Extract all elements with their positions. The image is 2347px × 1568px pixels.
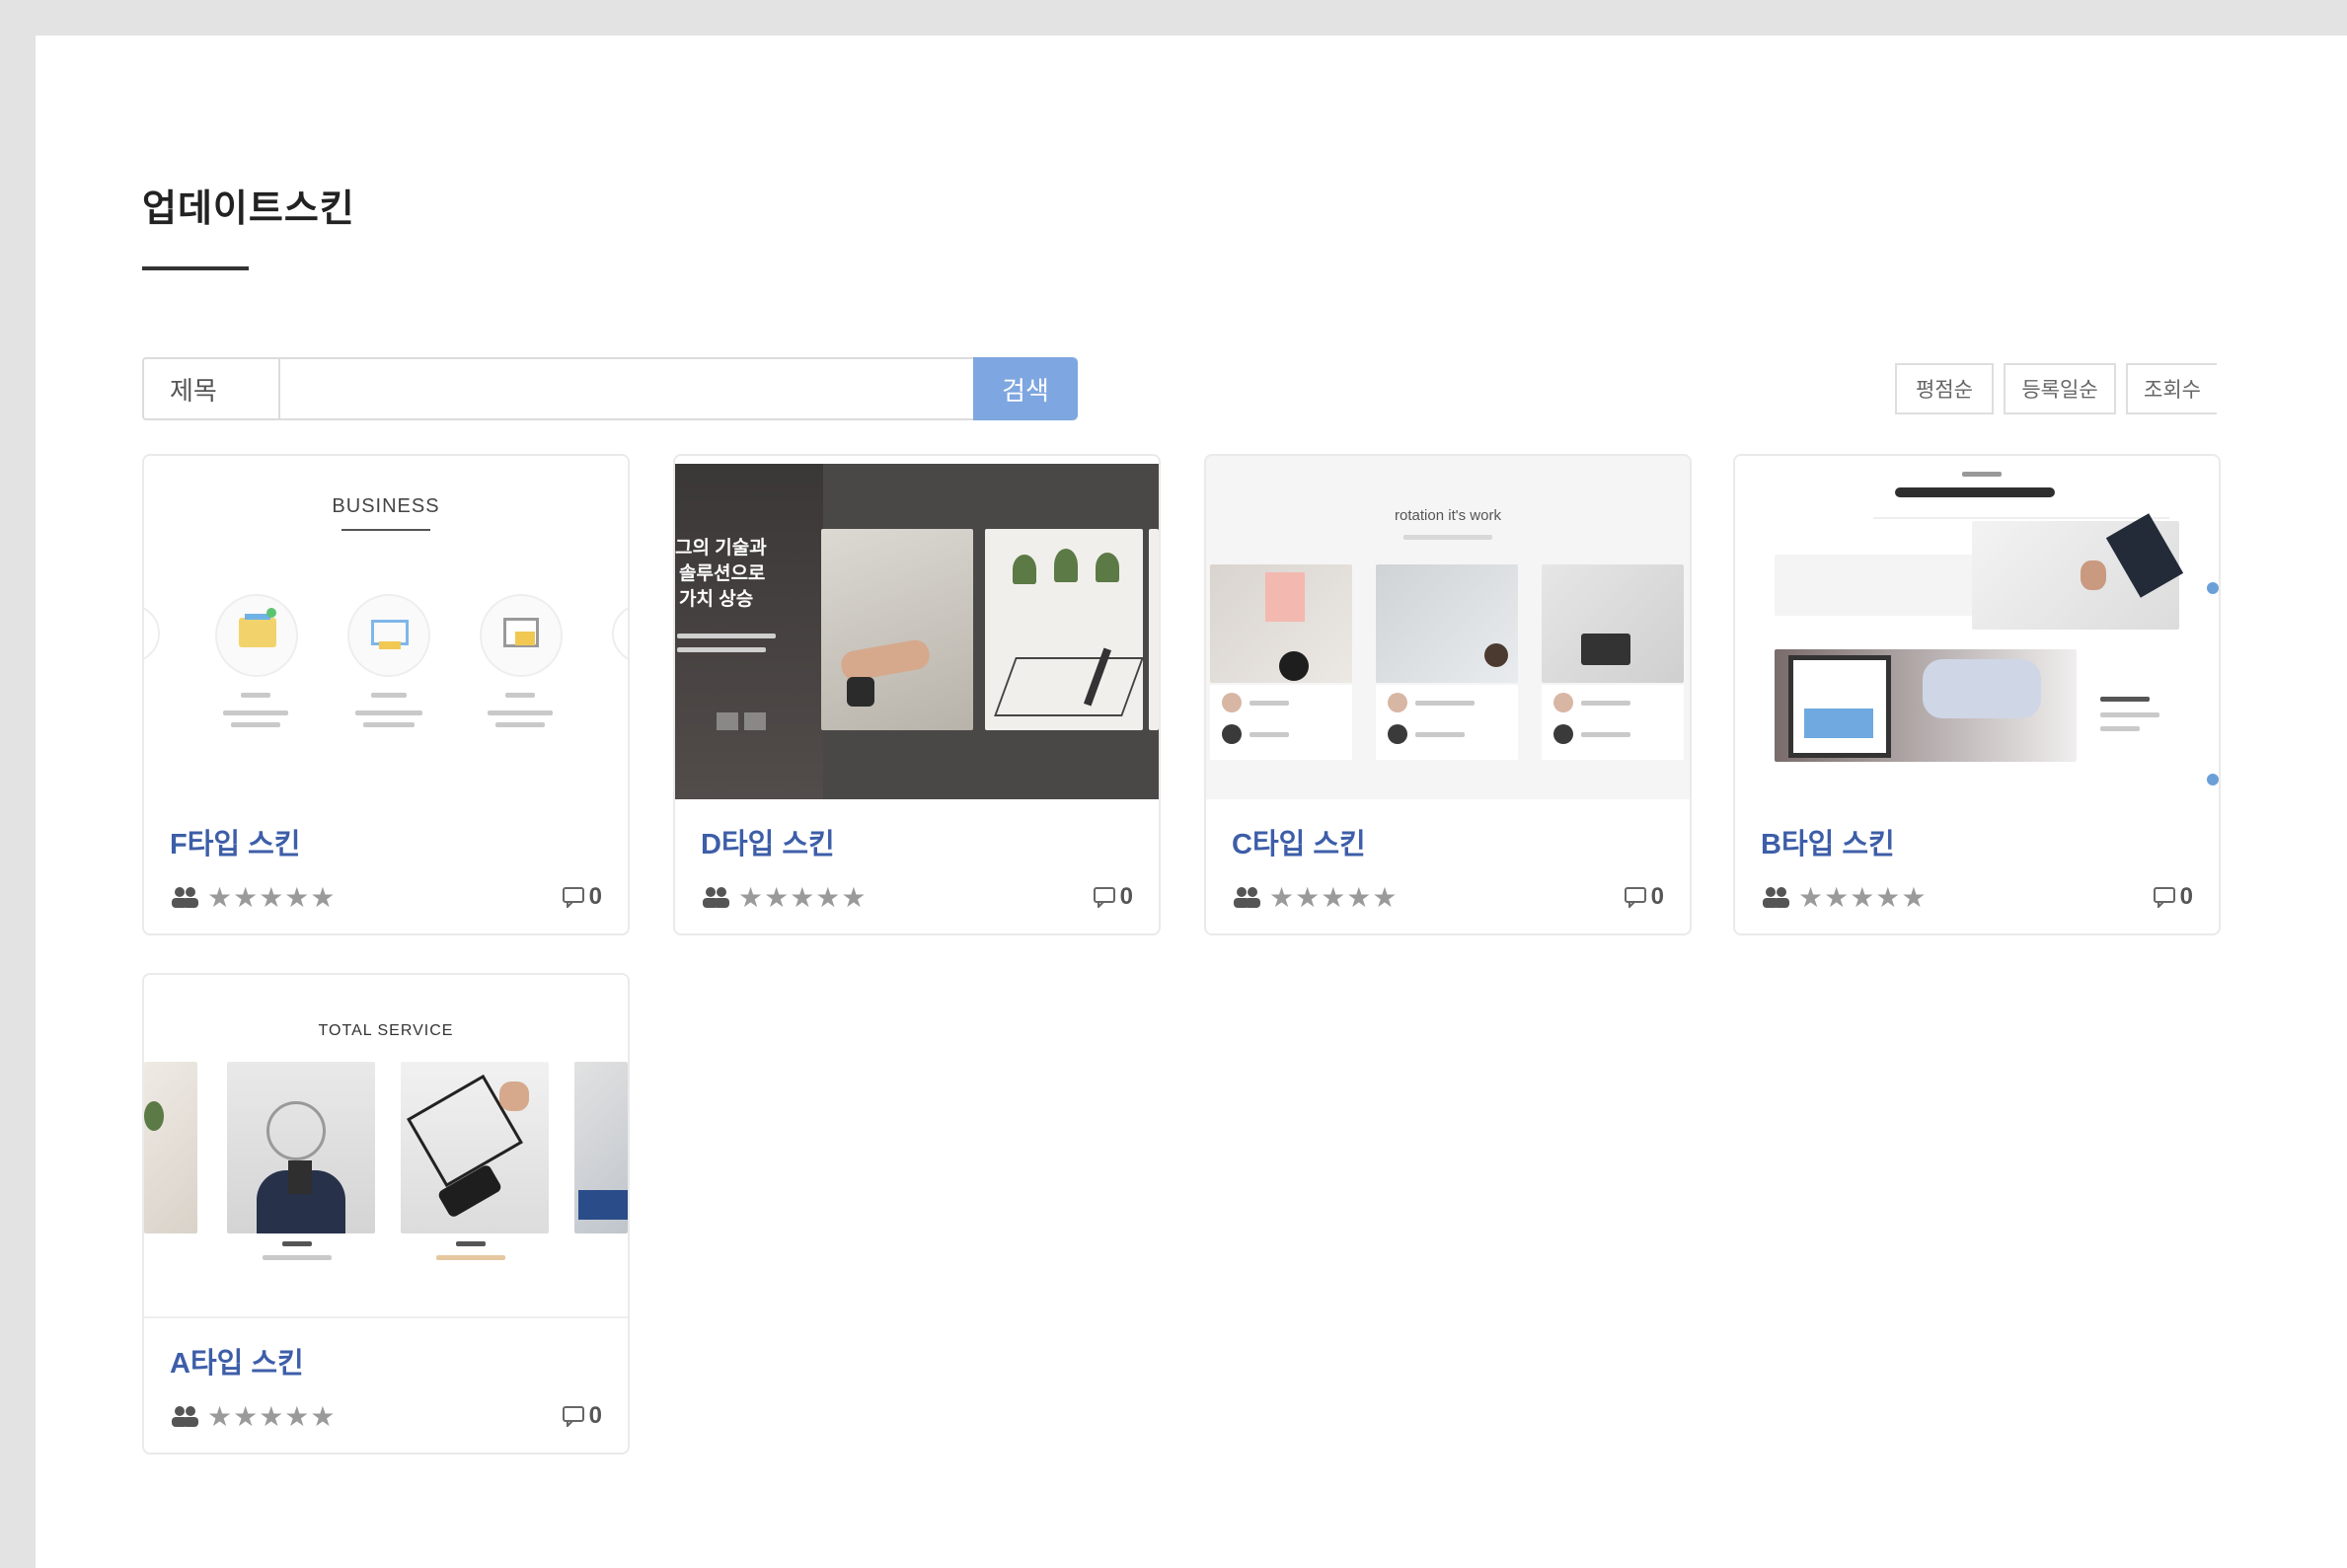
thumb-photo bbox=[401, 1062, 549, 1233]
people-icon bbox=[172, 1406, 198, 1427]
skin-meta: ★★★★★ 0 bbox=[1761, 881, 2193, 913]
search-field-select[interactable]: 제목 bbox=[144, 359, 280, 418]
skin-thumbnail-a[interactable]: TOTAL SERVICE bbox=[144, 975, 628, 1318]
page-title: 업데이트스킨 bbox=[142, 188, 355, 230]
thumb-heading: rotation it's work bbox=[1395, 507, 1501, 524]
skin-thumbnail-f[interactable]: BUSINESS bbox=[144, 456, 628, 799]
comment-icon bbox=[1093, 887, 1115, 908]
rating-stars: ★★★★★ bbox=[207, 1400, 337, 1432]
sort-by-views-button[interactable]: 조회수 bbox=[2126, 363, 2217, 414]
window-left-border bbox=[0, 0, 36, 1568]
comment-icon bbox=[1624, 887, 1646, 908]
thumb-photo bbox=[574, 1062, 628, 1233]
skin-title-link[interactable]: F타입 스킨 bbox=[170, 821, 301, 862]
skin-card-b[interactable]: B타입 스킨 ★★★★★ 0 bbox=[1733, 454, 2221, 935]
skin-card-f[interactable]: BUSINESS F타입 스킨 ★★★★★ 0 bbox=[142, 454, 630, 935]
people-icon bbox=[1234, 887, 1260, 908]
rating-stars: ★★★★★ bbox=[207, 881, 337, 913]
people-icon bbox=[1763, 887, 1789, 908]
thumb-heading: BUSINESS bbox=[332, 495, 440, 517]
skin-meta: ★★★★★ 0 bbox=[701, 881, 1133, 913]
skin-thumbnail-b[interactable] bbox=[1735, 456, 2219, 799]
thumb-text-line: 솔루션으로 bbox=[679, 563, 766, 584]
skin-title-link[interactable]: A타입 스킨 bbox=[170, 1340, 304, 1381]
skin-title-link[interactable]: C타입 스킨 bbox=[1232, 821, 1366, 862]
skin-thumbnail-d[interactable]: 그의 기술과 솔루션으로 가치 상승 bbox=[675, 464, 1159, 799]
thumb-photo bbox=[1972, 513, 2184, 630]
thumb-photo bbox=[821, 529, 973, 730]
comment-count-value: 0 bbox=[588, 1402, 602, 1429]
thumb-text-line: 그의 기술과 bbox=[675, 538, 767, 559]
title-underline bbox=[142, 266, 249, 270]
thumb-heading-underline bbox=[341, 529, 430, 531]
skin-card-d[interactable]: 그의 기술과 솔루션으로 가치 상승 D타입 스킨 ★★★★★ 0 bbox=[673, 454, 1161, 935]
skin-meta: ★★★★★ 0 bbox=[1232, 881, 1664, 913]
rating-stars: ★★★★★ bbox=[738, 881, 868, 913]
comment-count-value: 0 bbox=[1650, 883, 1664, 910]
comment-count: 0 bbox=[2153, 883, 2193, 911]
search-bar: 제목 bbox=[142, 357, 1078, 420]
slider-prev-icon bbox=[717, 712, 738, 730]
comment-count: 0 bbox=[1624, 883, 1664, 911]
comment-count-value: 0 bbox=[2179, 883, 2193, 910]
thumb-photo bbox=[1542, 564, 1684, 683]
thumb-nav-bar bbox=[1895, 487, 2055, 497]
skin-card-c[interactable]: rotation it's work C타입 스킨 ★★★★★ 0 bbox=[1204, 454, 1692, 935]
thumb-circle bbox=[144, 604, 160, 663]
comment-icon bbox=[562, 887, 584, 908]
skin-thumbnail-c[interactable]: rotation it's work bbox=[1206, 456, 1690, 799]
sort-options: 평점순 등록일순 조회수 bbox=[1895, 363, 2217, 414]
thumb-photo bbox=[227, 1062, 375, 1233]
slider-next-icon bbox=[744, 712, 766, 730]
people-icon bbox=[703, 887, 729, 908]
skin-card-a[interactable]: TOTAL SERVICE A타입 스킨 ★★★★★ 0 bbox=[142, 973, 630, 1455]
window-top-border bbox=[0, 0, 2347, 36]
people-icon bbox=[172, 887, 198, 908]
thumb-photo bbox=[1775, 555, 1972, 616]
thumb-circle bbox=[612, 604, 628, 663]
sort-by-rating-button[interactable]: 평점순 bbox=[1895, 363, 1994, 414]
thumb-heading: TOTAL SERVICE bbox=[318, 1022, 454, 1039]
thumb-photo bbox=[985, 529, 1144, 730]
thumb-text-line: 가치 상승 bbox=[679, 589, 754, 610]
comment-count-value: 0 bbox=[588, 883, 602, 910]
comment-count: 0 bbox=[562, 1402, 602, 1430]
skin-title-link[interactable]: B타입 스킨 bbox=[1761, 821, 1895, 862]
comment-count: 0 bbox=[1093, 883, 1133, 911]
rating-stars: ★★★★★ bbox=[1798, 881, 1928, 913]
search-button[interactable]: 검색 bbox=[973, 357, 1078, 420]
comment-icon bbox=[562, 1406, 584, 1427]
thumb-photo bbox=[1210, 564, 1352, 683]
comment-icon bbox=[2153, 887, 2175, 908]
thumb-circle bbox=[215, 594, 298, 677]
thumb-circle bbox=[480, 594, 563, 677]
thumb-photo bbox=[1775, 649, 2077, 762]
rating-stars: ★★★★★ bbox=[1269, 881, 1399, 913]
skin-meta: ★★★★★ 0 bbox=[170, 1400, 602, 1432]
comment-count: 0 bbox=[562, 883, 602, 911]
skin-meta: ★★★★★ 0 bbox=[170, 881, 602, 913]
search-input[interactable] bbox=[280, 359, 1076, 418]
skin-title-link[interactable]: D타입 스킨 bbox=[701, 821, 835, 862]
thumb-photo bbox=[1376, 564, 1518, 683]
sort-by-date-button[interactable]: 등록일순 bbox=[2004, 363, 2116, 414]
thumb-circle bbox=[347, 594, 430, 677]
thumb-photo bbox=[144, 1062, 197, 1233]
comment-count-value: 0 bbox=[1119, 883, 1133, 910]
